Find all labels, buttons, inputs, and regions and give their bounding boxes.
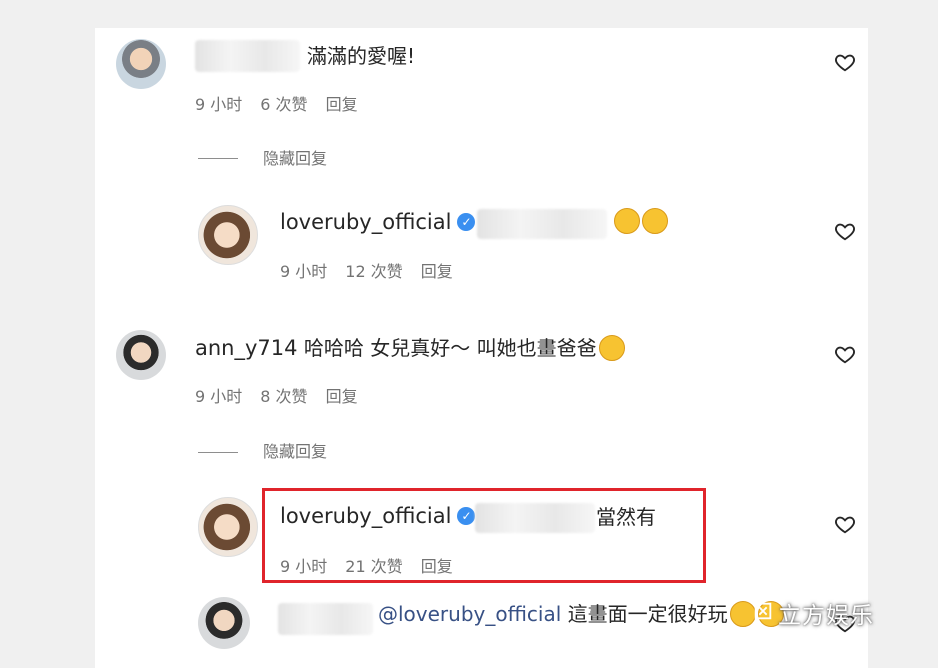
watermark-logo-icon [754, 602, 772, 620]
comment-time: 9 小时 [280, 262, 328, 281]
like-count[interactable]: 6 次赞 [260, 95, 307, 114]
divider [198, 158, 238, 159]
avatar[interactable] [198, 497, 258, 557]
comment-time: 9 小时 [195, 387, 243, 406]
blurred-username [195, 40, 300, 72]
like-count[interactable]: 8 次赞 [260, 387, 307, 406]
username[interactable]: ann_y714 [195, 336, 298, 360]
reply-button[interactable]: 回复 [326, 95, 358, 114]
mention-link[interactable]: @loveruby_official [378, 602, 561, 626]
blurred-mention [477, 209, 607, 239]
emoji-group [612, 208, 668, 236]
heart-icon[interactable] [834, 51, 856, 73]
highlight-box [262, 488, 706, 583]
laugh-emoji [598, 334, 625, 361]
like-count[interactable]: 12 次赞 [345, 262, 402, 281]
comment-meta: 9 小时 12 次赞 回复 [280, 262, 471, 282]
watermark-text: 立方娱乐 [778, 603, 874, 629]
comment-meta: 9 小时 6 次赞 回复 [195, 95, 376, 115]
comment-text: 哈哈哈 女兒真好～ 叫她也畫爸爸 [303, 336, 597, 360]
comment-text: 滿滿的愛喔! [307, 44, 416, 68]
avatar[interactable] [198, 205, 258, 265]
reply-button[interactable]: 回复 [421, 262, 453, 281]
comment-meta: 9 小时 8 次赞 回复 [195, 387, 376, 407]
avatar[interactable] [116, 330, 166, 380]
comment-body: @loveruby_official 這畫面一定很好玩 [378, 600, 784, 629]
avatar[interactable] [116, 39, 166, 89]
hide-replies-button[interactable]: 隐藏回复 [263, 149, 327, 169]
divider [198, 452, 238, 453]
avatar[interactable] [198, 597, 250, 649]
comment-time: 9 小时 [195, 95, 243, 114]
heart-icon[interactable] [834, 513, 856, 535]
comment-header: ann_y714 哈哈哈 女兒真好～ 叫她也畫爸爸 [195, 334, 625, 363]
comment-header: loveruby_official ✓ [280, 209, 476, 235]
rofl-emoji [614, 208, 640, 234]
rofl-emoji [642, 208, 668, 234]
comment-text: 這畫面一定很好玩 [567, 602, 728, 626]
verified-icon: ✓ [457, 212, 476, 231]
heart-icon[interactable] [834, 220, 856, 242]
reply-button[interactable]: 回复 [326, 387, 358, 406]
hide-replies-button[interactable]: 隐藏回复 [263, 442, 327, 462]
heart-icon[interactable] [834, 343, 856, 365]
blurred-username [278, 603, 373, 635]
username[interactable]: loveruby_official [280, 210, 451, 234]
